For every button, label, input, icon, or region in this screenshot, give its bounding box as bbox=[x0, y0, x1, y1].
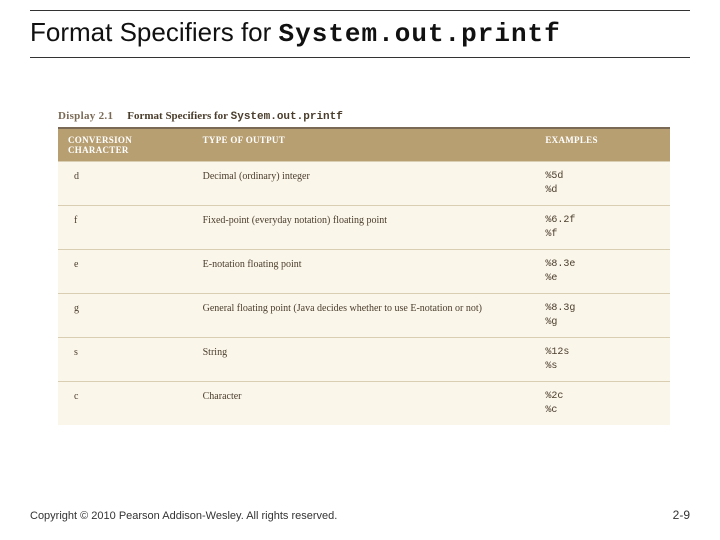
copyright: Copyright © 2010 Pearson Addison-Wesley.… bbox=[30, 510, 337, 522]
caption-prefix: Format Specifiers for bbox=[127, 110, 230, 122]
cell-type: Decimal (ordinary) integer bbox=[193, 162, 536, 206]
footer: Copyright © 2010 Pearson Addison-Wesley.… bbox=[30, 508, 690, 522]
table-row: c Character %2c %c bbox=[58, 382, 670, 426]
cell-examples: %2c %c bbox=[535, 382, 670, 426]
header-conversion-l2: CHARACTER bbox=[68, 145, 129, 155]
table-row: g General floating point (Java decides w… bbox=[58, 294, 670, 338]
specifiers-table: CONVERSION CHARACTER TYPE OF OUTPUT EXAM… bbox=[58, 129, 670, 425]
caption-mono: System.out.printf bbox=[231, 111, 343, 123]
title-mono: System.out.printf bbox=[279, 19, 561, 49]
table-header-row: CONVERSION CHARACTER TYPE OF OUTPUT EXAM… bbox=[58, 129, 670, 162]
cell-char: g bbox=[58, 294, 193, 338]
caption-bar: Display 2.1 Format Specifiers for System… bbox=[58, 110, 670, 123]
cell-char: f bbox=[58, 206, 193, 250]
cell-examples: %5d %d bbox=[535, 162, 670, 206]
title-prefix: Format Specifiers for bbox=[30, 17, 279, 47]
table-row: e E-notation floating point %8.3e %e bbox=[58, 250, 670, 294]
cell-type: Fixed-point (everyday notation) floating… bbox=[193, 206, 536, 250]
cell-examples: %6.2f %f bbox=[535, 206, 670, 250]
figure: Display 2.1 Format Specifiers for System… bbox=[58, 110, 670, 425]
cell-char: d bbox=[58, 162, 193, 206]
display-caption: Format Specifiers for System.out.printf bbox=[127, 110, 343, 123]
cell-type: Character bbox=[193, 382, 536, 426]
top-rule bbox=[30, 10, 690, 11]
cell-char: s bbox=[58, 338, 193, 382]
table-row: f Fixed-point (everyday notation) floati… bbox=[58, 206, 670, 250]
header-conversion: CONVERSION CHARACTER bbox=[58, 129, 193, 162]
under-rule bbox=[30, 57, 690, 58]
cell-char: e bbox=[58, 250, 193, 294]
cell-type: E-notation floating point bbox=[193, 250, 536, 294]
cell-examples: %12s %s bbox=[535, 338, 670, 382]
page-title: Format Specifiers for System.out.printf bbox=[30, 17, 690, 57]
header-type: TYPE OF OUTPUT bbox=[193, 129, 536, 162]
cell-examples: %8.3e %e bbox=[535, 250, 670, 294]
header-conversion-l1: CONVERSION bbox=[68, 135, 132, 145]
table-row: d Decimal (ordinary) integer %5d %d bbox=[58, 162, 670, 206]
display-label: Display 2.1 bbox=[58, 110, 113, 122]
slide: Format Specifiers for System.out.printf … bbox=[0, 0, 720, 540]
table-row: s String %12s %s bbox=[58, 338, 670, 382]
cell-type: General floating point (Java decides whe… bbox=[193, 294, 536, 338]
cell-char: c bbox=[58, 382, 193, 426]
page-number: 2-9 bbox=[673, 508, 690, 522]
cell-examples: %8.3g %g bbox=[535, 294, 670, 338]
cell-type: String bbox=[193, 338, 536, 382]
header-examples: EXAMPLES bbox=[535, 129, 670, 162]
